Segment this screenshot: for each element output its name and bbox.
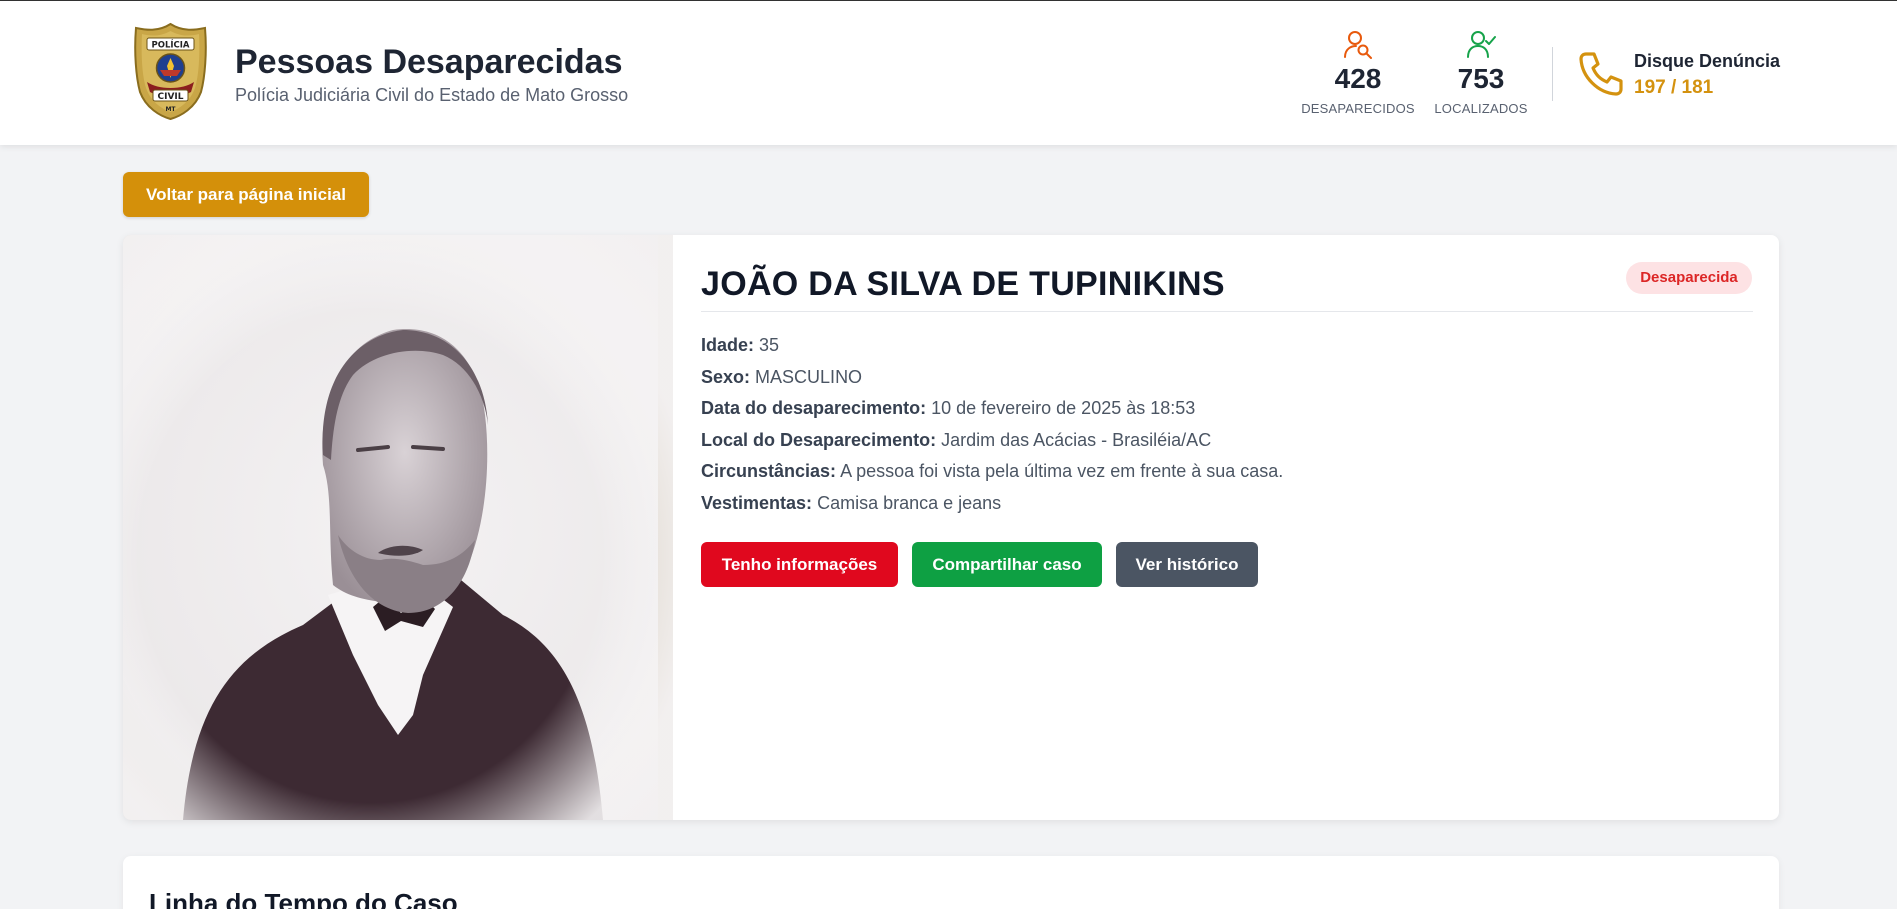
- found-label: LOCALIZADOS: [1434, 101, 1528, 116]
- have-information-button[interactable]: Tenho informações: [701, 542, 898, 587]
- detail-circumstances: Circunstâncias: A pessoa foi vista pela …: [701, 461, 1284, 481]
- missing-count-stat: 428 DESAPARECIDOS: [1300, 29, 1416, 116]
- site-header: POLÍCIA CIVIL MT Pessoas Desaparecidas P…: [0, 1, 1897, 145]
- detail-sex: Sexo: MASCULINO: [701, 366, 863, 387]
- case-actions: Tenho informações Compartilhar caso Ver …: [701, 542, 1258, 587]
- svg-text:MT: MT: [165, 106, 176, 113]
- view-history-button[interactable]: Ver histórico: [1116, 542, 1258, 587]
- user-search-icon: [1344, 31, 1372, 59]
- found-count: 753: [1457, 63, 1505, 94]
- detail-disappearance-date: Data do desaparecimento: 10 de fevereiro…: [701, 398, 1196, 418]
- timeline-title: Linha do Tempo do Caso: [149, 888, 458, 909]
- person-name: JOÃO DA SILVA DE TUPINIKINS: [701, 265, 1225, 303]
- missing-label: DESAPARECIDOS: [1301, 101, 1415, 116]
- name-divider: [701, 311, 1753, 312]
- site-subtitle: Polícia Judiciária Civil do Estado de Ma…: [235, 85, 629, 105]
- svg-text:POLÍCIA: POLÍCIA: [151, 39, 189, 51]
- found-count-stat: 753 LOCALIZADOS: [1431, 29, 1531, 116]
- site-title: Pessoas Desaparecidas: [235, 43, 623, 81]
- phone-icon: [1579, 52, 1623, 96]
- detail-age: Idade: 35: [701, 335, 780, 355]
- status-badge: Desaparecida: [1626, 262, 1752, 294]
- police-badge-logo: POLÍCIA CIVIL MT: [134, 22, 207, 120]
- person-card: JOÃO DA SILVA DE TUPINIKINS Desaparecida…: [123, 235, 1779, 820]
- hotline-number[interactable]: 197 / 181: [1634, 77, 1713, 99]
- hotline-title: Disque Denúncia: [1634, 51, 1781, 71]
- header-divider: [1552, 47, 1553, 101]
- user-check-icon: [1467, 31, 1496, 58]
- back-to-home-button[interactable]: Voltar para página inicial: [123, 172, 369, 217]
- missing-count: 428: [1334, 63, 1382, 94]
- person-details: Idade: 35 Sexo: MASCULINO Data do desapa…: [701, 332, 1283, 521]
- detail-disappearance-location: Local do Desaparecimento: Jardim das Acá…: [701, 429, 1212, 450]
- person-photo: [123, 235, 673, 820]
- svg-text:CIVIL: CIVIL: [157, 92, 183, 102]
- case-timeline-card: Linha do Tempo do Caso: [123, 856, 1779, 909]
- share-case-button[interactable]: Compartilhar caso: [912, 542, 1102, 587]
- detail-clothing: Vestimentas: Camisa branca e jeans: [701, 492, 1002, 513]
